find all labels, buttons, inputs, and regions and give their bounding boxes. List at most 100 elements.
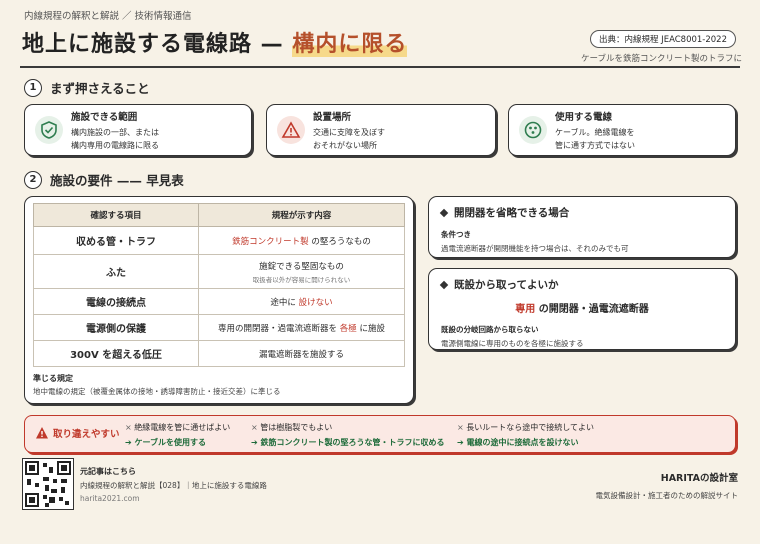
row-item: ふた <box>33 254 199 289</box>
table-row: 収める管・トラフ 鉄筋コンクリート製 の堅ろうなもの <box>33 226 405 255</box>
row-desc-post: の堅ろうなもの <box>308 236 371 247</box>
row-desc: 鉄筋コンクリート製 の堅ろうなもの <box>198 226 405 255</box>
wire-card-title: 使用する電線 <box>555 111 613 123</box>
table-row: 300V を超える低圧 漏電遮断器を施設する <box>33 340 405 367</box>
source-badge: 出典：内線規程 JEAC8001-2022 <box>589 30 736 48</box>
location-card: 設置場所 交通に支障を及ぼす おそれがない場所 <box>266 104 496 156</box>
page-title-main: 地上に施設する電線路 — <box>22 32 293 57</box>
section1-title: まず押さえること <box>50 81 150 96</box>
row-desc-pre: 専用の開閉器・過電流遮断器を <box>218 323 340 334</box>
table-header-row: 確認する項目 規程が示す内容 <box>33 203 405 227</box>
branch-note-label: 既設の分岐回路から取らない <box>441 325 539 334</box>
page-title: 地上に施設する電線路 — 構内に限る <box>22 26 408 58</box>
wire-card-text: ケーブル。絶縁電線を 管に通す方式ではない <box>555 127 635 150</box>
wrong-mark-icon: × <box>251 423 258 432</box>
row-desc-pre: 漏電遮断器を施設する <box>258 349 344 360</box>
scope-card-text: 構内施設の一部、または 構内専用の電線路に限る <box>71 127 159 150</box>
row-desc-emphasis: 鉄筋コンクリート製 <box>232 236 309 247</box>
pitfalls-label-row: 取り違えやすい <box>35 426 120 440</box>
pitfall-right-text: 鉄筋コンクリート製の堅ろうな管・トラフに収める <box>260 438 445 447</box>
pitfall-item: × 管は樹脂製でもよい ➔ 鉄筋コンクリート製の堅ろうな管・トラフに収める <box>251 422 445 448</box>
pitfalls-banner: 取り違えやすい × 絶縁電線を管に通せばよい ➔ ケーブルを使用する × 管は樹… <box>24 415 736 453</box>
row-desc: 施錠できる堅固なもの 取扱者以外が容易に開けられない <box>198 254 405 289</box>
qr-code[interactable] <box>22 458 74 510</box>
brand-block: HARITAの設計室 電気設備設計・施工者のための解説サイト <box>596 470 739 501</box>
pitfall-right: ➔ ケーブルを使用する <box>125 438 207 447</box>
row-desc-pre: 途中に <box>270 297 299 308</box>
row-desc: 漏電遮断器を施設する <box>198 340 405 367</box>
related-rule-text: 地中電線の規定（被覆金属体の接地・誘導障害防止・接近交差）に準じる <box>33 387 281 396</box>
pitfall-right: ➔ 電線の途中に接続点を設けない <box>457 438 579 447</box>
branch-card: 既設から取ってよいか 専用 の開閉器・過電流遮断器 既設の分岐回路から取らない … <box>428 268 736 350</box>
scope-card: 施設できる範囲 構内施設の一部、または 構内専用の電線路に限る <box>24 104 252 156</box>
branch-title: 既設から取ってよいか <box>454 279 559 291</box>
original-article-title: 内線規程の解釈と解説【028】｜地上に施設する電線路 <box>80 481 267 490</box>
table-header-desc: 規程が示す内容 <box>198 203 405 227</box>
branch-title-row: 既設から取ってよいか <box>439 277 723 292</box>
pitfall-wrong: 管は樹脂製でもよい <box>260 423 333 432</box>
warning-icon <box>36 427 48 439</box>
omit-switch-cond-label: 条件つき <box>441 230 471 239</box>
original-article-link[interactable]: 元記事はこちら 内線規程の解釈と解説【028】｜地上に施設する電線路 harit… <box>80 466 267 503</box>
branch-answer-highlight: 専用 <box>515 304 536 315</box>
shield-check-icon <box>35 116 63 144</box>
table-row: 電源側の保護 専用の開閉器・過電流遮断器を 各極 に施設 <box>33 314 405 341</box>
section1-number: 1 <box>24 78 42 97</box>
section2-number: 2 <box>24 170 42 189</box>
scope-card-title: 施設できる範囲 <box>71 111 138 123</box>
omit-switch-title-row: 開閉器を省略できる場合 <box>439 205 723 220</box>
row-desc-note: 取扱者以外が容易に開けられない <box>252 275 351 284</box>
pitfall-right-text: ケーブルを使用する <box>134 438 207 447</box>
diamond-bullet-icon <box>439 208 449 217</box>
pitfall-item: × 長いルートなら途中で接続してよい ➔ 電線の途中に接続点を設けない <box>457 422 594 448</box>
omit-switch-card: 開閉器を省略できる場合 条件つき 過電流遮断器が開閉機能を持つ場合は、それのみで… <box>428 196 736 258</box>
row-desc: 途中に 設けない <box>198 288 405 315</box>
pitfall-item: × 絶縁電線を管に通せばよい ➔ ケーブルを使用する <box>125 422 230 448</box>
section2-heading: 2 施設の要件 —— 早見表 <box>24 170 184 189</box>
row-item: 300V を超える低圧 <box>33 340 199 367</box>
requirements-panel: 確認する項目 規程が示す内容 収める管・トラフ 鉄筋コンクリート製 の堅ろうなも… <box>24 196 414 404</box>
branch-note-text: 電源側電線に専用のものを各極に施設する <box>441 339 584 348</box>
brand-tagline: 電気設備設計・施工者のための解説サイト <box>595 491 739 500</box>
pitfall-right: ➔ 鉄筋コンクリート製の堅ろうな管・トラフに収める <box>251 438 445 447</box>
requirements-table: 確認する項目 規程が示す内容 収める管・トラフ 鉄筋コンクリート製 の堅ろうなも… <box>33 203 405 367</box>
location-card-title: 設置場所 <box>313 111 352 123</box>
header-divider <box>20 66 740 68</box>
breadcrumb: 内線規程の解釈と解説 ／ 技術情報通信 <box>24 11 192 22</box>
diamond-bullet-icon <box>439 280 449 289</box>
related-rule-title: 準じる規定 <box>33 374 73 383</box>
row-item: 収める管・トラフ <box>33 226 199 255</box>
section1-heading: 1 まず押さえること <box>24 78 150 97</box>
table-row: 電線の接続点 途中に 設けない <box>33 288 405 315</box>
section2-title: 施設の要件 —— 早見表 <box>50 173 184 188</box>
pitfall-wrong: 絶縁電線を管に通せばよい <box>134 423 231 432</box>
omit-switch-title: 開閉器を省略できる場合 <box>454 207 570 219</box>
table-row: ふた 施錠できる堅固なもの 取扱者以外が容易に開けられない <box>33 254 405 289</box>
original-article-label: 元記事はこちら <box>80 467 136 476</box>
pitfall-wrong: 長いルートなら途中で接続してよい <box>466 423 595 432</box>
table-header-item: 確認する項目 <box>33 203 199 227</box>
row-item: 電源側の保護 <box>33 314 199 341</box>
warning-triangle-icon <box>277 116 305 144</box>
page-title-highlight: 構内に限る <box>292 32 408 57</box>
row-desc-emphasis: 各極 <box>339 323 357 334</box>
cable-plug-icon <box>519 116 547 144</box>
row-item: 電線の接続点 <box>33 288 199 315</box>
site-url: harita2021.com <box>80 494 140 503</box>
omit-switch-cond-text: 過電流遮断器が開閉機能を持つ場合は、それのみでも可 <box>441 244 629 253</box>
row-desc-emphasis: 設けない <box>298 297 333 308</box>
related-rule: 準じる規定 地中電線の規定（被覆金属体の接地・誘導障害防止・接近交差）に準じる <box>33 373 405 397</box>
branch-answer-rest: の開閉器・過電流遮断器 <box>535 304 649 315</box>
scope-note: ケーブルを鉄筋コンクリート製のトラフに <box>581 54 742 64</box>
row-desc-pre: 施錠できる堅固なもの <box>259 261 344 272</box>
location-card-text: 交通に支障を及ぼす おそれがない場所 <box>313 127 385 150</box>
row-desc-post: に施設 <box>356 323 385 334</box>
qr-code-icon <box>25 461 71 507</box>
pitfalls-label: 取り違えやすい <box>53 429 120 440</box>
brand-name: HARITAの設計室 <box>660 473 738 484</box>
pitfall-right-text: 電線の途中に接続点を設けない <box>466 438 579 447</box>
row-desc: 専用の開閉器・過電流遮断器を 各極 に施設 <box>198 314 405 341</box>
wrong-mark-icon: × <box>125 423 132 432</box>
wrong-mark-icon: × <box>457 423 464 432</box>
wire-card: 使用する電線 ケーブル。絶縁電線を 管に通す方式ではない <box>508 104 736 156</box>
